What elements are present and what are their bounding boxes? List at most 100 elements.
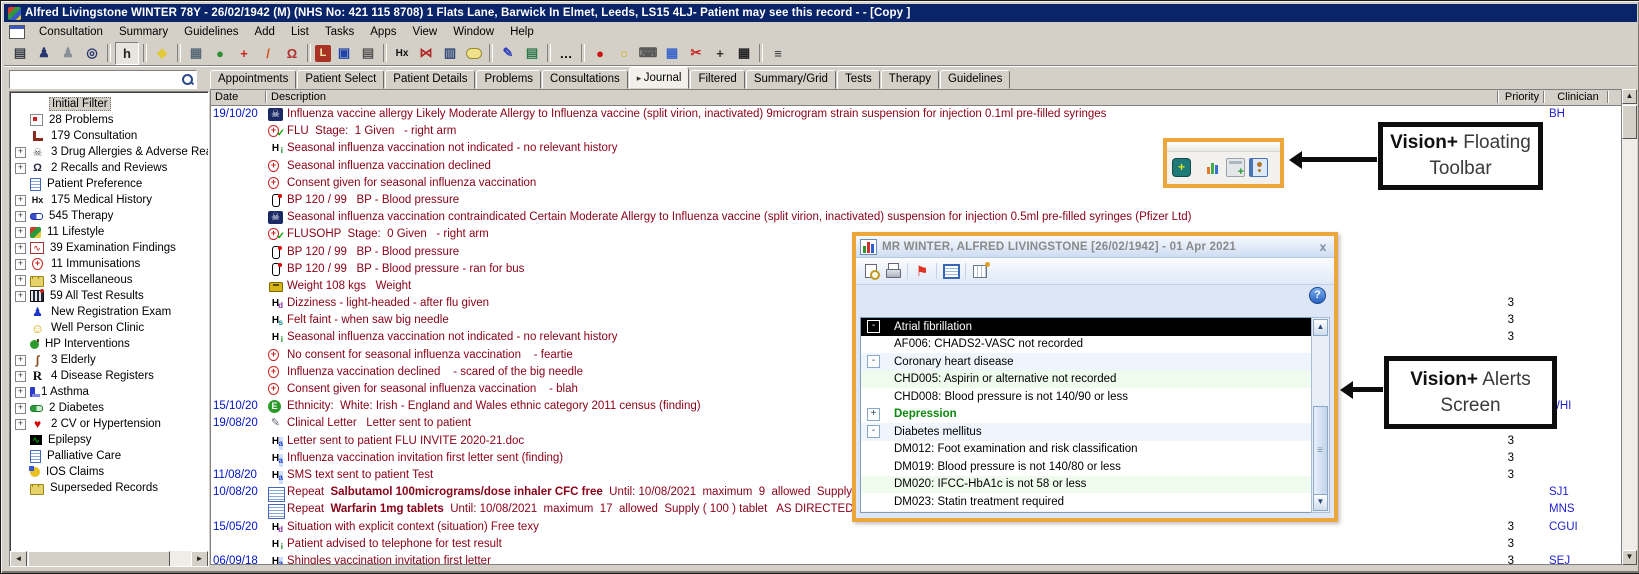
scroll-down-icon[interactable]: ▼ [1313,494,1328,511]
alert-row[interactable]: CHD005: Aspirin or alternative not recor… [861,371,1311,389]
sidebar-item[interactable]: + 2 Diabetes [10,400,208,416]
sidebar-item[interactable]: + 545 Therapy [10,208,208,224]
sidebar-item[interactable]: IOS Claims [10,464,208,480]
tab[interactable]: Appointments [210,70,296,89]
sidebar-item[interactable]: + 3 Drug Allergies & Adverse Reac [10,144,208,160]
keyboard-icon[interactable]: ⌨ [637,43,659,64]
expand-toggle-icon[interactable]: + [15,243,26,254]
expand-toggle-icon[interactable]: + [867,408,880,421]
expand-toggle-icon[interactable]: + [15,163,26,174]
sidebar-item[interactable]: Patient Preference [10,176,208,192]
search-input[interactable] [10,72,181,87]
sidebar-item[interactable]: Epilepsy [10,432,208,448]
expand-toggle-icon[interactable]: + [15,195,26,206]
expand-toggle-icon[interactable]: + [15,419,26,430]
journal-row[interactable]: 06/09/18 Shingles vaccination invitation… [211,553,1621,564]
scroll-down-icon[interactable]: ▼ [1622,550,1637,565]
scroll-up-icon[interactable]: ▲ [1622,89,1637,104]
expand-toggle-icon[interactable]: + [15,275,26,286]
diary-icon[interactable]: ▦ [185,43,207,64]
expand-toggle-icon[interactable]: + [15,291,26,302]
print-copies-icon[interactable]: ▤ [357,43,379,64]
column-clinician[interactable]: Clinician [1551,91,1605,103]
select-patient-icon[interactable]: ♟ [33,43,55,64]
patient-reports-icon[interactable]: ▥ [439,43,461,64]
alert-row[interactable]: CHD008: Blood pressure is not 140/90 or … [861,388,1311,406]
grid-header[interactable]: Date Description Priority Clinician [211,90,1621,106]
preview-icon[interactable] [860,261,882,281]
expand-toggle-icon[interactable]: + [15,259,26,270]
sidebar-item[interactable]: + 3 Elderly [10,352,208,368]
find-patient-icon[interactable]: ◎ [81,43,103,64]
alert-row[interactable]: DM023: Statin treatment required [861,493,1311,511]
search-icon[interactable] [181,73,194,86]
reports-icon[interactable]: ≡ [767,43,789,64]
expand-toggle-icon[interactable]: + [15,147,26,158]
sidebar-item[interactable]: + 11 Lifestyle [10,224,208,240]
expand-toggle-icon[interactable]: + [15,227,26,238]
menu-item[interactable]: Guidelines [176,24,246,40]
alert-row[interactable]: - Heart failure [861,511,1311,514]
sidebar-item[interactable]: + 4 Disease Registers [10,368,208,384]
contacts-icon[interactable] [1249,158,1268,177]
tab[interactable]: Problems [476,70,541,89]
sidebar-item[interactable]: 179 Consultation [10,128,208,144]
sidebar-item[interactable]: + 175 Medical History [10,192,208,208]
journal-row[interactable]: BP 120 / 99 BP - Blood pressure [211,192,1621,209]
more-icon[interactable]: … [555,43,577,64]
appointments-edit-icon[interactable]: ▦ [661,43,683,64]
journal-row[interactable]: 19/10/20 Influenza vaccine allergy Likel… [211,106,1621,123]
alert-row[interactable]: DM020: IFCC-HbA1c is not 58 or less [861,476,1311,494]
sidebar-item[interactable]: New Registration Exam [10,304,208,320]
tab[interactable]: Patient Details [385,70,475,89]
scroll-thumb[interactable] [1313,406,1328,503]
repeat-prescription-icon[interactable]: Ω [281,43,303,64]
add-icon[interactable] [1172,158,1191,177]
alert-row[interactable]: - Diabetes mellitus [861,423,1311,441]
floating-toolbar-grab-strip[interactable] [1167,142,1280,152]
menu-item[interactable]: List [283,24,317,40]
sidebar-item[interactable]: + 2 Recalls and Reviews [10,160,208,176]
expand-toggle-icon[interactable]: - [867,320,880,333]
alert-row[interactable]: DM019: Blood pressure is not 140/80 or l… [861,458,1311,476]
tab[interactable]: Journal [629,67,690,89]
scroll-thumb[interactable] [28,551,170,567]
journal-row[interactable]: Seasonal influenza vaccination contraind… [211,209,1621,226]
scroll-left-icon[interactable]: ◄ [10,551,27,567]
title-bar[interactable]: Alfred Livingstone WINTER 78Y - 26/02/19… [4,4,1637,22]
alerts-title-bar[interactable]: MR WINTER, ALFRED LIVINGSTONE [26/02/194… [856,236,1334,258]
menu-item[interactable]: Summary [111,24,176,40]
sidebar-item[interactable]: + 11 Immunisations [10,256,208,272]
open-consultation-icon[interactable]: h [115,42,139,65]
sidebar-item[interactable]: Well Person Clinic [10,320,208,336]
sidebar-item[interactable]: HP Interventions [10,336,208,352]
acute-prescription-icon[interactable]: / [257,43,279,64]
column-priority[interactable]: Priority [1501,91,1543,103]
sidebar-horizontal-scrollbar[interactable]: ◄ ► [10,551,208,566]
calc-icon[interactable] [1226,158,1245,177]
menu-item[interactable]: Add [246,24,282,40]
tab[interactable]: Consultations [542,70,628,89]
menu-item[interactable]: Tasks [317,24,362,40]
alerts-scrollbar[interactable]: ▲ ▼ [1311,317,1330,513]
print-labels-icon[interactable]: ▦ [733,43,755,64]
tab[interactable]: Guidelines [940,70,1010,89]
scroll-up-icon[interactable]: ▲ [1313,319,1328,336]
expand-toggle-icon[interactable]: + [15,355,26,366]
alert-row[interactable]: - Coronary heart disease [861,353,1311,371]
sidebar-item[interactable]: + 2 CV or Hypertension [10,416,208,432]
menu-item[interactable]: Window [445,24,502,40]
expand-toggle-icon[interactable]: - [867,355,880,368]
expand-toggle-icon[interactable]: + [15,371,26,382]
flag-icon[interactable] [911,261,933,281]
scroll-right-icon[interactable]: ► [191,551,208,567]
settings-icon[interactable] [969,261,991,281]
cut-link-icon[interactable]: ✂ [685,43,707,64]
sidebar-item[interactable]: Initial Filter [10,96,208,112]
child-window-icon[interactable] [9,25,25,39]
help-icon[interactable]: ? [1309,287,1326,304]
menu-item[interactable]: Consultation [31,24,111,40]
reminders-icon[interactable]: ◆ [151,43,173,64]
scroll-thumb[interactable] [1622,105,1637,139]
daybook-icon[interactable]: ▤ [9,43,31,64]
